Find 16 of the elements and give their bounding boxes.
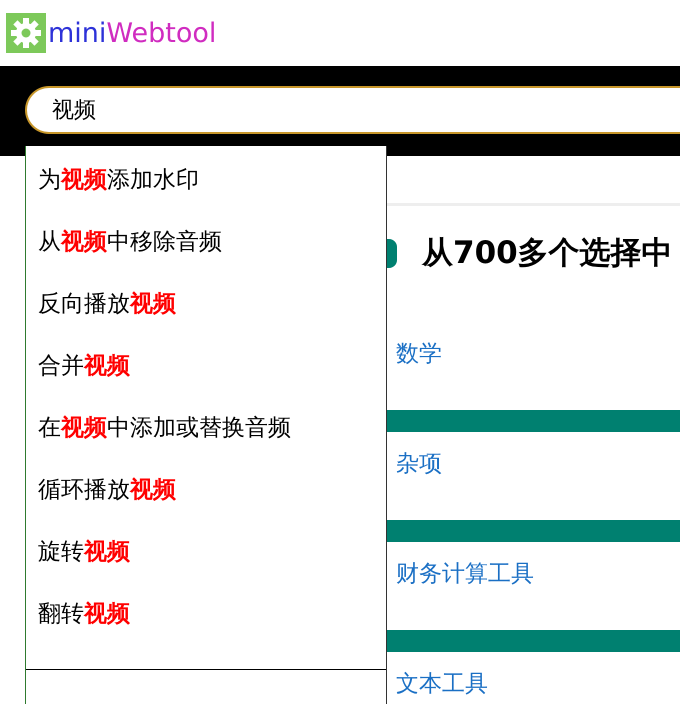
category-link[interactable]: 文本工具	[396, 668, 488, 699]
suggestion-item[interactable]: 旋转视频	[26, 534, 386, 596]
search-field[interactable]: 视频	[25, 86, 680, 134]
suggestion-item[interactable]: 翻转视频	[26, 596, 386, 658]
suggestion-item[interactable]: 在视频中添加或替换音频	[26, 410, 386, 472]
suggestion-item[interactable]: 为视频添加水印	[26, 162, 386, 224]
suggestion-item[interactable]: 从视频中移除音频	[26, 224, 386, 286]
category-link[interactable]: 财务计算工具	[396, 558, 534, 589]
gear-icon[interactable]	[6, 13, 46, 53]
page-heading: 从700多个选择中	[422, 234, 673, 273]
suggestion-item[interactable]: 合并视频	[26, 348, 386, 410]
logo-text[interactable]: miniWebtool	[48, 18, 216, 48]
suggestion-item[interactable]: 循环播放视频	[26, 472, 386, 534]
category-link[interactable]: 杂项	[396, 448, 442, 479]
category-link[interactable]: 数学	[396, 338, 442, 369]
suggestion-item[interactable]: 反向播放视频	[26, 286, 386, 348]
